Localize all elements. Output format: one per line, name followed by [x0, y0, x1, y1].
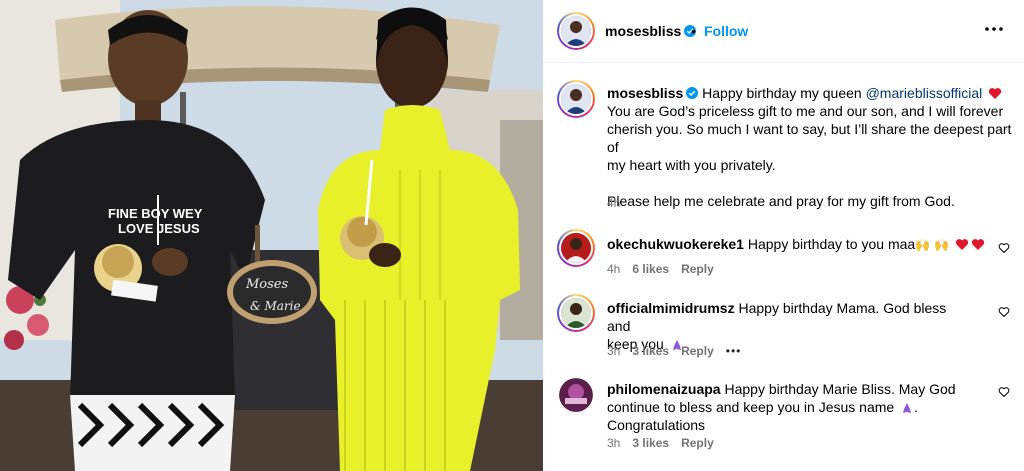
comment-timestamp[interactable]: 3h: [607, 344, 620, 358]
comment-username[interactable]: okechukwuokereke1: [607, 236, 744, 252]
comment-avatar-image: [561, 233, 591, 263]
caption-prefix: Happy birthday my queen: [702, 85, 862, 101]
author-avatar-image: [561, 16, 591, 46]
red-heart-emoji-icon: [971, 239, 984, 250]
comment-body: Happy birthday to you maa: [747, 236, 916, 252]
comment-meta: 4h 6 likes Reply: [607, 262, 714, 276]
comment-avatar[interactable]: [559, 378, 593, 412]
like-comment-heart-icon[interactable]: [998, 386, 1010, 398]
post-sidebar: mosesbliss • Follow mosesbliss Happy bir…: [543, 0, 1024, 471]
red-heart-emoji-icon: [988, 88, 1002, 99]
red-heart-emoji-icon: [955, 239, 968, 250]
comment-meta: 3h 3 likes Reply •••: [607, 344, 741, 358]
comment-text: okechukwuokereke1 Happy birthday to you …: [607, 235, 997, 254]
comment-body-line-3: Congratulations: [607, 417, 706, 433]
sign-text-line1: Moses: [245, 277, 289, 292]
shirt-text-line1: FINE BOY WEY: [108, 206, 203, 221]
comment-body: Happy birthday Marie Bliss. May God: [724, 381, 956, 397]
comment-body-line-2: continue to bless and keep you in Jesus …: [607, 399, 895, 415]
caption-avatar-image: [561, 84, 591, 114]
caption-line-4: my heart with you privately.: [607, 157, 776, 173]
comment-timestamp[interactable]: 4h: [607, 262, 620, 276]
comment-likes[interactable]: 6 likes: [632, 262, 669, 276]
like-comment-heart-icon[interactable]: [998, 242, 1010, 254]
comment-text: philomenaizuapa Happy birthday Marie Bli…: [607, 380, 987, 434]
reply-button[interactable]: Reply: [681, 262, 714, 276]
caption-username[interactable]: mosesbliss: [607, 85, 683, 101]
comment-username[interactable]: officialmimidrumsz: [607, 300, 735, 316]
raising-hands-emoji-icon: 🙌 🙌: [915, 238, 949, 252]
follow-button[interactable]: Follow: [704, 23, 748, 39]
comment-avatar-image: [559, 378, 593, 412]
comment-avatar[interactable]: [557, 294, 595, 332]
praying-hands-emoji-icon: [903, 403, 912, 413]
header-separator: •: [691, 23, 696, 39]
caption-mention[interactable]: @marieblissofficial: [866, 85, 983, 101]
post-photo-illustration: FINE BOY WEY LOVE JESUS Moses & Marie: [0, 0, 543, 471]
shirt-text-line2: LOVE JESUS: [118, 221, 200, 236]
comment-meta: 3h 3 likes Reply: [607, 436, 714, 450]
comment-timestamp[interactable]: 3h: [607, 436, 620, 450]
caption-line-5: Please help me celebrate and pray for my…: [607, 193, 955, 209]
comment-avatar[interactable]: [557, 229, 595, 267]
post-header: mosesbliss • Follow: [543, 0, 1024, 63]
caption-avatar[interactable]: [557, 80, 595, 118]
like-comment-heart-icon[interactable]: [998, 306, 1010, 318]
comment-username[interactable]: philomenaizuapa: [607, 381, 721, 397]
caption-text: mosesbliss Happy birthday my queen @mari…: [607, 84, 1017, 210]
author-avatar[interactable]: [557, 12, 595, 50]
sign-text-line2: & Marie: [250, 299, 301, 313]
caption-line-3: cherish you. So much I want to say, but …: [607, 121, 1012, 155]
caption-line-2: You are God’s priceless gift to me and o…: [607, 103, 1004, 119]
comment-more-options-icon[interactable]: •••: [726, 344, 742, 358]
reply-button[interactable]: Reply: [681, 436, 714, 450]
comment-likes[interactable]: 3 likes: [632, 344, 669, 358]
comments-section[interactable]: mosesbliss Happy birthday my queen @mari…: [543, 64, 1024, 471]
comment-avatar-image: [561, 298, 591, 328]
caption-timestamp[interactable]: 4h: [607, 196, 620, 210]
post-photo[interactable]: FINE BOY WEY LOVE JESUS Moses & Marie: [0, 0, 543, 471]
caption-meta: 4h: [607, 196, 620, 210]
more-options-icon[interactable]: [982, 17, 1006, 41]
author-username[interactable]: mosesbliss: [605, 23, 697, 39]
comment-likes[interactable]: 3 likes: [632, 436, 669, 450]
caption-verified-badge-icon: [686, 87, 699, 99]
reply-button[interactable]: Reply: [681, 344, 714, 358]
